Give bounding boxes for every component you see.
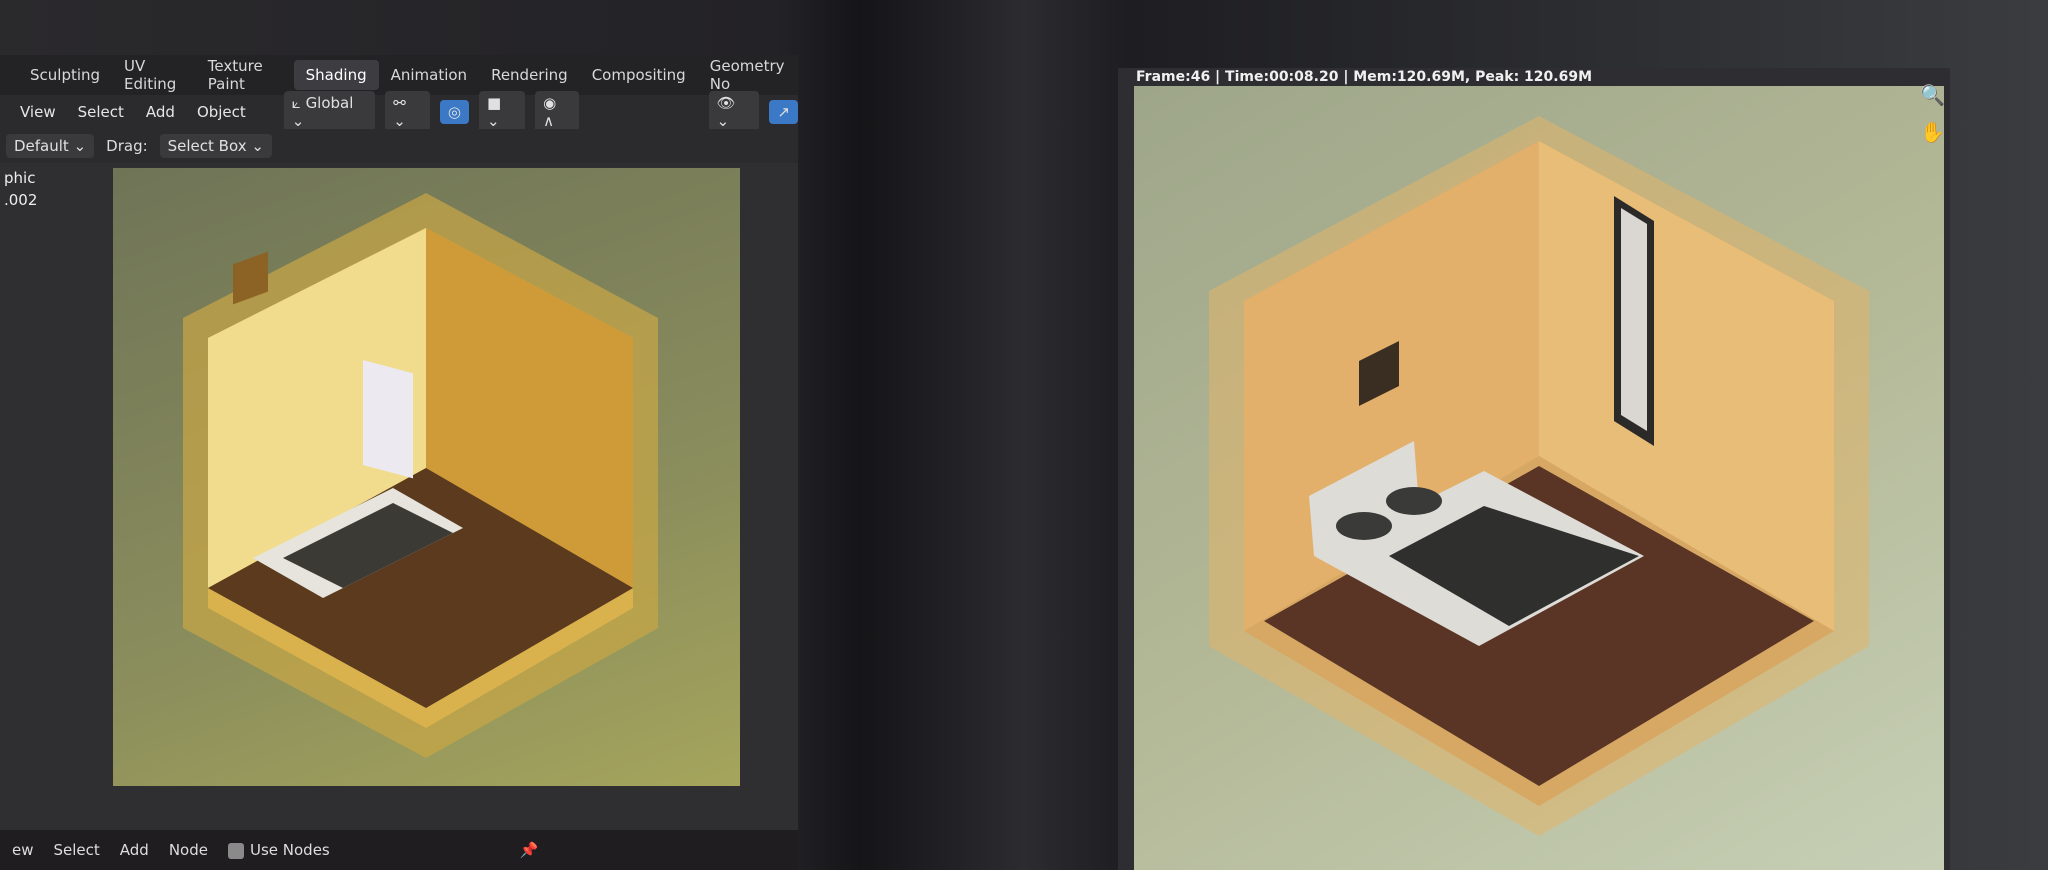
menu-select[interactable]: Select — [72, 103, 130, 121]
tab-uv-editing[interactable]: UV Editing — [112, 51, 196, 99]
drag-dropdown[interactable]: Select Box ⌄ — [159, 134, 272, 158]
mode-dropdown[interactable]: Default ⌄ — [6, 134, 95, 158]
render-status-text: Frame:46 | Time:00:08.20 | Mem:120.69M, … — [1136, 69, 1593, 85]
room-render-preview — [183, 193, 658, 758]
menu-view[interactable]: ew — [12, 841, 34, 859]
node-editor-header: ew Select Add Node Use Nodes 📌 — [0, 830, 798, 870]
snap-toggle[interactable]: ◎ — [439, 100, 469, 124]
tab-sculpting[interactable]: Sculpting — [18, 60, 112, 90]
tab-animation[interactable]: Animation — [379, 60, 479, 90]
menu-view[interactable]: View — [14, 103, 62, 121]
transform-orientation-dropdown[interactable]: ⟀ Global ⌄ — [283, 91, 376, 133]
menu-node[interactable]: Node — [169, 841, 208, 859]
drag-label: Drag: — [106, 137, 148, 155]
blender-main-window: Sculpting UV Editing Texture Paint Shadi… — [0, 55, 798, 870]
render-result-image[interactable] — [1134, 86, 1944, 870]
proportional-icon: ◉ ∧ — [543, 94, 557, 130]
hand-pan-icon[interactable]: ✋ — [1920, 120, 1945, 144]
visibility-dropdown[interactable]: 👁 ⌄ — [708, 91, 760, 133]
pivot-dropdown[interactable]: ⚯ ⌄ — [385, 91, 430, 133]
room-render — [1209, 116, 1869, 836]
proportional-edit-toggle[interactable]: ◉ ∧ — [535, 91, 579, 133]
tool-settings-bar: Default ⌄ Drag: Select Box ⌄ — [0, 129, 798, 163]
tab-shading[interactable]: Shading — [293, 60, 379, 90]
gizmo-icon: ↗ — [777, 103, 790, 121]
gizmo-toggle[interactable]: ↗ — [769, 100, 798, 124]
use-nodes-checkbox[interactable]: Use Nodes — [227, 841, 330, 859]
menu-object[interactable]: Object — [191, 103, 252, 121]
tab-compositing[interactable]: Compositing — [580, 60, 698, 90]
pin-icon[interactable]: 📌 — [520, 841, 539, 859]
tab-rendering[interactable]: Rendering — [479, 60, 580, 90]
viewport-overlay-text: phic .002 — [4, 169, 38, 209]
workspace-tabs: Sculpting UV Editing Texture Paint Shadi… — [0, 55, 798, 95]
square-icon: ■ — [486, 94, 502, 112]
link-icon: ⚯ — [393, 94, 406, 112]
eye-icon: 👁 — [716, 94, 736, 112]
menu-add[interactable]: Add — [120, 841, 149, 859]
menu-add[interactable]: Add — [140, 103, 181, 121]
window-shape — [363, 359, 413, 479]
magnet-icon: ◎ — [447, 103, 461, 121]
zoom-icon[interactable]: 🔍 — [1920, 83, 1945, 107]
viewport-header: View Select Add Object ⟀ Global ⌄ ⚯ ⌄ ◎ … — [0, 91, 798, 133]
orientation-icon: ⟀ — [291, 94, 306, 112]
tab-texture-paint[interactable]: Texture Paint — [196, 51, 294, 99]
render-window: Frame:46 | Time:00:08.20 | Mem:120.69M, … — [1118, 68, 1950, 870]
3d-viewport[interactable] — [113, 168, 740, 786]
snap-target-dropdown[interactable]: ■ ⌄ — [478, 91, 526, 133]
menu-select[interactable]: Select — [54, 841, 100, 859]
